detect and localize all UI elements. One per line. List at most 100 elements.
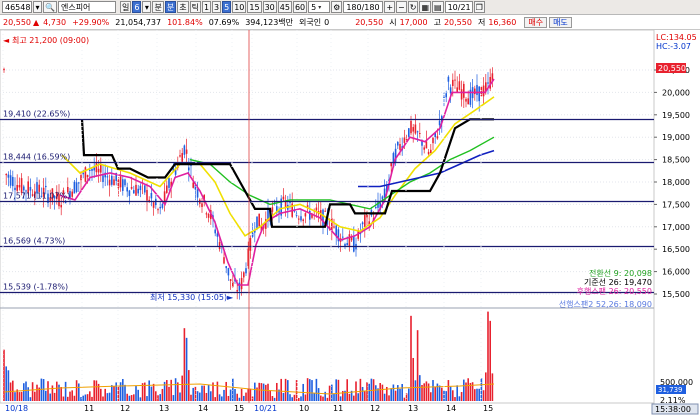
volume-bar: [89, 391, 91, 401]
sell-button[interactable]: 매도: [549, 17, 572, 28]
candle-body: [445, 93, 447, 98]
volume-bar: [480, 378, 483, 401]
low-marker-arrow-icon: ►: [227, 293, 234, 302]
x-tick-label: 11: [84, 404, 94, 413]
second-button[interactable]: 초: [177, 1, 189, 13]
candle-body: [315, 207, 318, 211]
volume-bar: [170, 379, 172, 401]
candle-body: [256, 216, 258, 229]
candle-body: [410, 120, 412, 134]
candle-body: [201, 203, 203, 207]
volume-bar: [69, 391, 71, 401]
buy-button[interactable]: 매수: [524, 17, 548, 28]
candle-body: [258, 213, 260, 227]
copy-icon[interactable]: ❐: [473, 1, 485, 13]
y-tick-label: 17,000: [662, 223, 690, 232]
search-icon[interactable]: 🔍: [43, 1, 57, 13]
volume-bar: [267, 383, 269, 401]
interval-3-button[interactable]: 3: [212, 1, 222, 13]
x-tick-label: 15: [483, 404, 493, 413]
volume-bar: [183, 328, 186, 401]
candle-body: [467, 98, 469, 105]
calendar-icon[interactable]: ▤: [432, 1, 444, 13]
candlestick-chart[interactable]: 19,410 (22.65%) 18,444 (16.59%) 17,571 (11…: [0, 29, 700, 415]
interval-5-button[interactable]: 5: [222, 1, 232, 13]
volume-bar: [348, 393, 351, 401]
volume-bar: [238, 397, 241, 401]
refresh-icon[interactable]: ↻: [407, 1, 419, 13]
volume-bar: [18, 392, 21, 401]
candle-body: [60, 205, 62, 208]
date-field[interactable]: 10/21: [444, 1, 473, 13]
interval-45-button[interactable]: 45: [277, 1, 292, 13]
volume-bar: [416, 330, 419, 401]
interval-15-button[interactable]: 15: [247, 1, 262, 13]
candle-body: [16, 184, 18, 191]
candle-body: [282, 196, 285, 200]
candle-body: [245, 268, 247, 274]
volume-bar: [199, 392, 201, 401]
chart-area[interactable]: 19,410 (22.65%) 18,444 (16.59%) 17,571 (11…: [0, 29, 700, 415]
period-day-button[interactable]: 일: [119, 1, 132, 13]
volume-bar: [328, 385, 331, 401]
volume-bar: [113, 386, 115, 401]
volume-bar: [148, 380, 150, 401]
minute-button[interactable]: 분: [152, 1, 164, 13]
volume-bar: [436, 383, 439, 401]
volume-bar: [53, 392, 56, 401]
period-dropdown-icon[interactable]: ▾: [142, 1, 152, 13]
volume-bar: [353, 395, 355, 401]
volume-bar: [447, 380, 450, 401]
volume-bar: [93, 380, 95, 401]
candle-body: [183, 145, 186, 155]
candle-body: [463, 83, 465, 98]
candle-body: [71, 191, 73, 197]
tick-button[interactable]: 틱: [189, 1, 201, 13]
period-number-button[interactable]: 6: [132, 1, 142, 13]
candle-body: [100, 164, 102, 173]
candle-body: [152, 202, 155, 208]
interval-60-button[interactable]: 60: [292, 1, 308, 13]
quote-bar: 20,550 ▲ 4,730 +29.90% 21,054,737 101.84…: [0, 16, 700, 30]
candle-body: [304, 213, 307, 217]
volume-bar: [441, 387, 443, 401]
candle-body: [168, 178, 170, 188]
code-dropdown-icon[interactable]: ▾: [33, 1, 42, 13]
volume-bar: [111, 385, 113, 401]
settings-icon[interactable]: ⚙: [331, 1, 343, 13]
count-field[interactable]: 180/180: [343, 1, 384, 13]
zoom-out-icon[interactable]: −: [396, 1, 407, 13]
minute-selected-button[interactable]: 분: [164, 1, 177, 13]
volume-bar: [25, 381, 27, 401]
grid-icon[interactable]: ▦: [419, 1, 431, 13]
interval-1-button[interactable]: 1: [201, 1, 212, 13]
volume-bar: [34, 391, 36, 401]
candle-body: [353, 235, 355, 252]
volume-bar: [62, 396, 65, 401]
zoom-in-icon[interactable]: +: [384, 1, 396, 13]
candle-body: [399, 144, 401, 150]
volume-bar: [427, 383, 430, 401]
candle-body: [474, 88, 476, 95]
stock-code-input[interactable]: 465480: [2, 1, 32, 13]
period-value-select[interactable]: 5 ▾: [308, 1, 331, 13]
volume-bar: [159, 394, 161, 401]
volume-bar: [414, 380, 417, 401]
open-price: 17,000: [399, 18, 428, 27]
volume-ratio: 101.84%: [167, 18, 203, 27]
candle-body: [238, 282, 241, 291]
candle-body: [119, 176, 122, 188]
volume-bar: [375, 385, 377, 401]
interval-10-button[interactable]: 10: [232, 1, 247, 13]
y-tick-label: 15,500: [662, 290, 690, 299]
volume-bar: [84, 394, 87, 401]
volume-bar: [58, 384, 60, 401]
volume-bar: [254, 382, 256, 401]
volume-bar: [432, 380, 434, 401]
hc-label: HC:-3.07: [656, 42, 691, 51]
interval-30-button[interactable]: 30: [262, 1, 277, 13]
high-label: 고: [433, 18, 441, 27]
y-tick-label: 18,500: [662, 156, 690, 165]
volume-bar: [282, 392, 285, 401]
ichimoku-span2-label: 선행스팬2 52,26: 18,090: [559, 299, 652, 309]
